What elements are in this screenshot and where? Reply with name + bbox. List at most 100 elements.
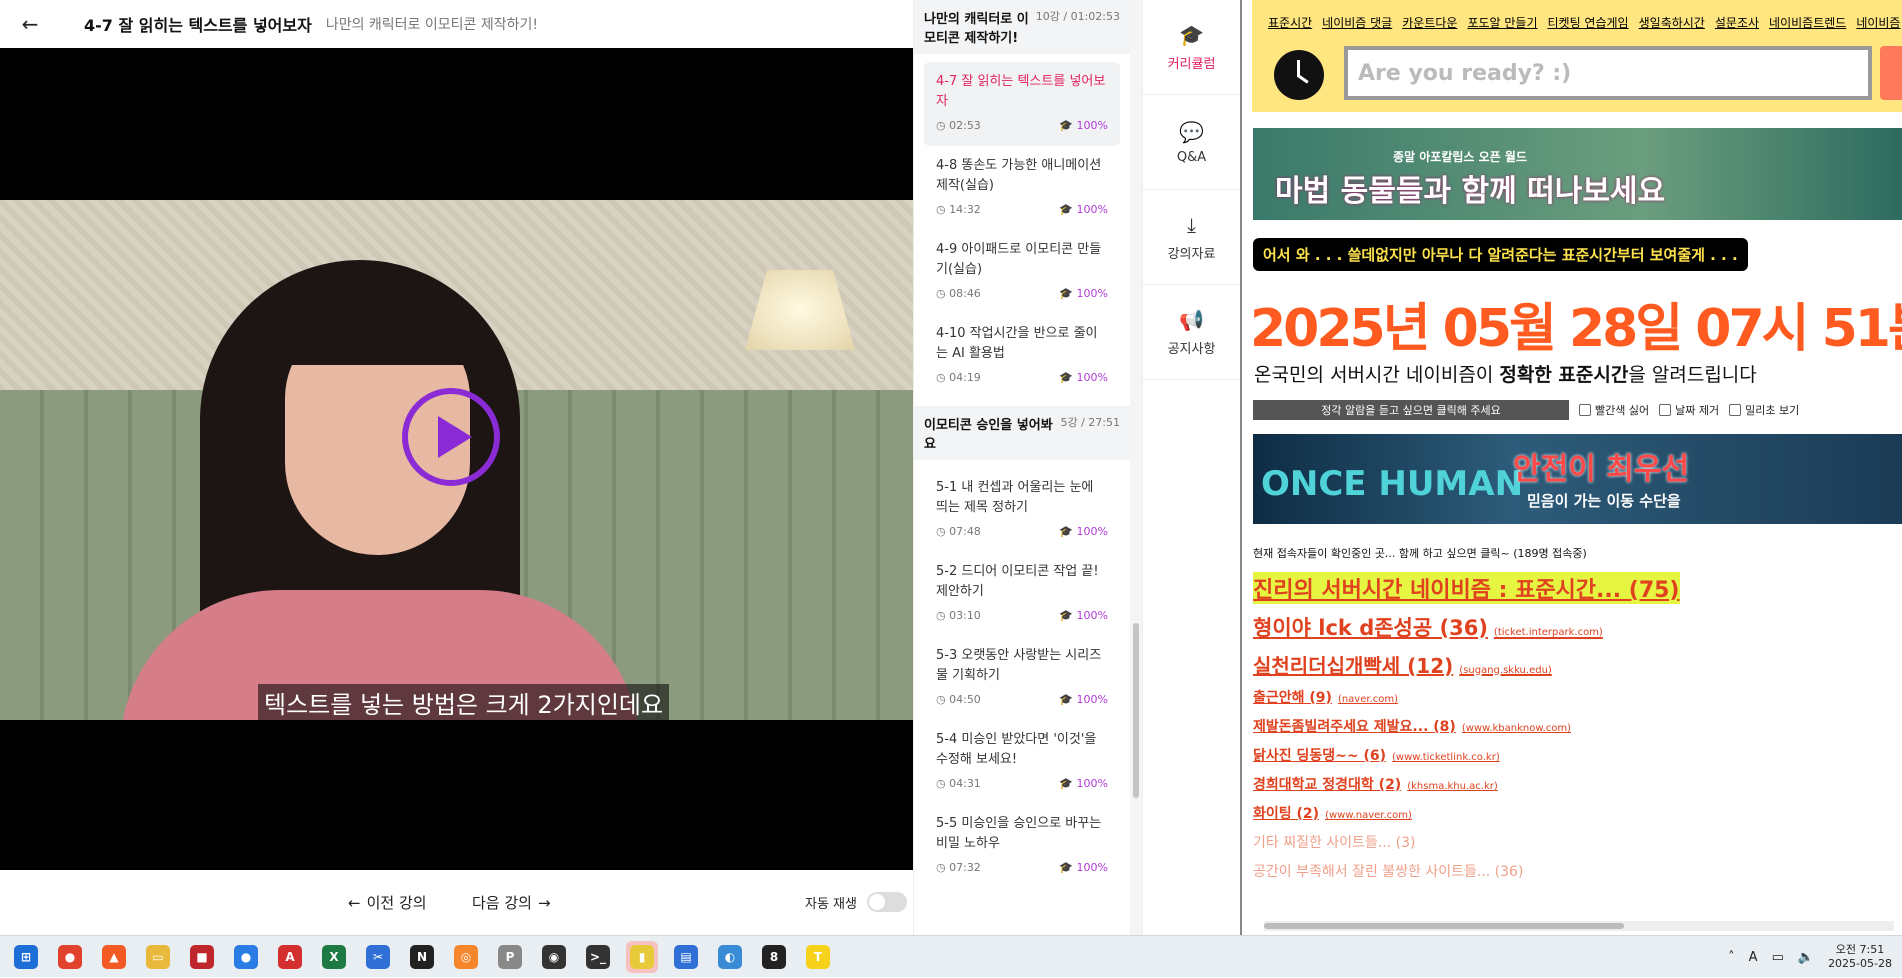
play-button[interactable] bbox=[402, 388, 500, 486]
popular-site-link[interactable]: 화이팅 (2) (www.naver.com) bbox=[1253, 803, 1893, 823]
checkbox-remove-date[interactable]: 날짜 제거 bbox=[1659, 402, 1719, 418]
popular-site-link[interactable]: 진리의 서버시간 네이비즘 : 표준시간... (75) bbox=[1253, 572, 1680, 604]
taskbar-app-brave[interactable]: ▲ bbox=[98, 941, 130, 973]
section-header[interactable]: 나만의 캐릭터로 이모티콘 제작하기! 10강 / 01:02:53 bbox=[914, 0, 1130, 54]
next-lesson-button[interactable]: 다음 강의 → bbox=[472, 892, 551, 913]
site-link[interactable]: 표준시간 bbox=[1268, 16, 1312, 30]
video-person-bangs bbox=[275, 295, 485, 365]
curriculum-list: 나만의 캐릭터로 이모티콘 제작하기! 10강 / 01:02:53 4-7 잘… bbox=[913, 0, 1130, 935]
duration-text: 07:48 bbox=[949, 525, 981, 538]
curriculum-scrollbar[interactable] bbox=[1130, 0, 1142, 935]
site-link[interactable]: 네이비즘 댓글 bbox=[1322, 16, 1392, 30]
pdf-icon: P bbox=[498, 944, 522, 969]
taskbar-app-app-8[interactable]: 8 bbox=[758, 941, 790, 973]
lesson-meta: ◷ 04:19 🎓 100% bbox=[936, 368, 1108, 388]
lesson-item[interactable]: 4-9 아이패드로 이모티콘 만들기(실습) ◷ 08:46 🎓 100% bbox=[924, 230, 1120, 314]
taskbar-app-windows-start[interactable]: ⊞ bbox=[10, 941, 42, 973]
scrollbar-thumb[interactable] bbox=[1264, 923, 1624, 929]
popular-site-link[interactable]: 출근안해 (9) (naver.com) bbox=[1253, 687, 1893, 707]
tab-qna[interactable]: 💬 Q&A bbox=[1143, 95, 1240, 190]
tab-label: Q&A bbox=[1176, 149, 1207, 165]
download-icon: ⤓ bbox=[1187, 212, 1196, 237]
prev-lesson-button[interactable]: ← 이전 강의 bbox=[348, 892, 427, 913]
section-header[interactable]: 이모티콘 승인을 넣어봐요 5강 / 27:51 bbox=[914, 406, 1130, 460]
popular-site-link[interactable]: 닭사진 딩동댕~~ (6) (www.ticketlink.co.kr) bbox=[1253, 745, 1893, 765]
lesson-duration: ◷ 04:31 bbox=[936, 777, 981, 790]
lesson-item[interactable]: 4-8 똥손도 가능한 애니메이션 제작(실습) ◷ 14:32 🎓 100% bbox=[924, 146, 1120, 230]
taskbar-app-snipping[interactable]: ✂ bbox=[362, 941, 394, 973]
go-button[interactable] bbox=[1880, 46, 1902, 100]
site-link[interactable]: 설문조사 bbox=[1715, 16, 1759, 30]
site-domain: (www.kbanknow.com) bbox=[1461, 723, 1572, 734]
site-link[interactable]: 카운트다운 bbox=[1402, 16, 1457, 30]
site-link[interactable]: 생일축하시간 bbox=[1639, 16, 1705, 30]
taskbar: ⊞ ● ▲ ▭ ■ ● A X ✂ N ◎ P ◉ >_ ▮ ▤ ◐ 8 T ˄ A ▭ 🔈 오전 7:51 202… bbox=[0, 935, 1902, 977]
ime-indicator[interactable]: A bbox=[1749, 950, 1758, 965]
taskbar-app-notepad[interactable]: ▤ bbox=[670, 941, 702, 973]
taskbar-app-sticky-notes[interactable]: ▮ bbox=[626, 940, 658, 973]
taskbar-app-file-explorer[interactable]: ▭ bbox=[142, 941, 174, 973]
site-domain: (www.ticketlink.co.kr) bbox=[1392, 752, 1500, 763]
ad-banner-game[interactable]: ONCE HUMAN 안전이 최우선 믿음이 가는 이동 수단을 bbox=[1253, 434, 1902, 524]
tab-notices[interactable]: 📢 공지사항 bbox=[1143, 285, 1240, 380]
lesson-item[interactable]: 4-7 잘 읽히는 텍스트를 넣어보자 ◷ 02:53 🎓 100% bbox=[924, 62, 1120, 146]
volume-icon[interactable]: 🔈 bbox=[1798, 950, 1814, 965]
taskbar-clock[interactable]: 오전 7:51 2025-05-28 bbox=[1828, 943, 1892, 971]
taskbar-app-blender[interactable]: ◎ bbox=[450, 941, 482, 973]
back-button[interactable]: ← bbox=[0, 4, 60, 44]
site-domain: (khsma.khu.ac.kr) bbox=[1407, 781, 1498, 792]
taskbar-app-github[interactable]: ◉ bbox=[538, 941, 570, 973]
progress-text: 100% bbox=[1076, 609, 1108, 622]
lesson-item[interactable]: 4-10 작업시간을 반으로 줄이는 AI 활용법 ◷ 04:19 🎓 100% bbox=[924, 314, 1120, 398]
site-link[interactable]: 포도알 만들기 bbox=[1467, 16, 1537, 30]
site-link[interactable]: 네이비즘트렌드 bbox=[1769, 16, 1846, 30]
lesson-item[interactable]: 5-1 내 컨셉과 어울리는 눈에 띄는 제목 정하기 ◷ 07:48 🎓 100% bbox=[924, 468, 1120, 552]
other-sites-link[interactable]: 공간이 부족해서 잘린 불쌍한 사이트들... (36) bbox=[1253, 861, 1893, 881]
browser-h-scrollbar[interactable] bbox=[1264, 921, 1894, 931]
lesson-meta: ◷ 14:32 🎓 100% bbox=[936, 200, 1108, 220]
github-icon: ◉ bbox=[542, 944, 566, 969]
lesson-item[interactable]: 5-3 오랫동안 사랑받는 시리즈물 기획하기 ◷ 04:50 🎓 100% bbox=[924, 636, 1120, 720]
lesson-item[interactable]: 5-5 미승인을 승인으로 바꾸는 비밀 노하우 ◷ 07:32 🎓 100% bbox=[924, 804, 1120, 888]
taskbar-app-kakaotalk[interactable]: T bbox=[802, 941, 834, 973]
taskbar-app-app-red[interactable]: ■ bbox=[186, 941, 218, 973]
lesson-meta: ◷ 08:46 🎓 100% bbox=[936, 284, 1108, 304]
visitor-notice[interactable]: 현재 접속자들이 확인중인 곳... 함께 하고 싶으면 클릭~ (189명 접… bbox=[1253, 545, 1587, 561]
checkbox-no-red[interactable]: 빨간색 싫어 bbox=[1579, 402, 1649, 418]
lesson-meta: ◷ 03:10 🎓 100% bbox=[936, 606, 1108, 626]
taskbar-app-chrome[interactable]: ● bbox=[54, 941, 86, 973]
popular-site-link[interactable]: 제발돈좀빌려주세요 제발요... (8) (www.kbanknow.com) bbox=[1253, 716, 1893, 736]
tab-materials[interactable]: ⤓ 강의자료 bbox=[1143, 190, 1240, 285]
lesson-item[interactable]: 5-4 미승인 받았다면 '이것'을 수정해 보세요! ◷ 04:31 🎓 100% bbox=[924, 720, 1120, 804]
chevron-up-icon[interactable]: ˄ bbox=[1728, 950, 1735, 965]
site-link[interactable]: 티켓팅 연습게임 bbox=[1548, 16, 1629, 30]
taskbar-app-pdf[interactable]: P bbox=[494, 941, 526, 973]
checkbox-icon bbox=[1729, 404, 1742, 416]
popular-site-link[interactable]: 경희대학교 정경대학 (2) (khsma.khu.ac.kr) bbox=[1253, 774, 1893, 794]
site-domain: (naver.com) bbox=[1337, 694, 1399, 705]
site-links: 표준시간 네이비즘 댓글 카운트다운 포도알 만들기 티켓팅 연습게임 생일축하시간 설문조… bbox=[1268, 14, 1902, 31]
popular-site-link[interactable]: 형이야 lck d존성공 (36) (ticket.interpark.com) bbox=[1253, 612, 1893, 642]
popular-site-link[interactable]: 실천리더십개빡세 (12) (sugang.skku.edu) bbox=[1253, 650, 1893, 679]
taskbar-app-terminal[interactable]: >_ bbox=[582, 941, 614, 973]
banner-headline: 마법 동물들과 함께 떠나보세요 bbox=[1275, 174, 1666, 209]
taskbar-app-paint[interactable]: ◐ bbox=[714, 941, 746, 973]
taskbar-app-app-blue[interactable]: ● bbox=[230, 941, 262, 973]
network-icon[interactable]: ▭ bbox=[1772, 950, 1784, 965]
url-input[interactable]: Are you ready? :) bbox=[1344, 46, 1872, 100]
tab-curriculum[interactable]: 🎓 커리큘럼 bbox=[1143, 0, 1240, 95]
taskbar-app-excel[interactable]: X bbox=[318, 941, 350, 973]
taskbar-app-acrobat[interactable]: A bbox=[274, 941, 306, 973]
checkbox-show-ms[interactable]: 밀리초 보기 bbox=[1729, 402, 1799, 418]
lesson-item[interactable]: 5-2 드디어 이모티콘 작업 끝! 제안하기 ◷ 03:10 🎓 100% bbox=[924, 552, 1120, 636]
ad-banner-top[interactable]: 종말 아포칼립스 오픈 월드 마법 동물들과 함께 떠나보세요 bbox=[1253, 128, 1902, 220]
video-player[interactable]: 텍스트를 넣는 방법은 크게 2가지인데요 bbox=[0, 48, 913, 870]
scrollbar-thumb[interactable] bbox=[1133, 623, 1139, 798]
site-link[interactable]: 네이비즘 bbox=[1856, 16, 1900, 30]
other-sites-link[interactable]: 기타 찌질한 사이트들... (3) bbox=[1253, 832, 1893, 852]
back-arrow-icon: ← bbox=[21, 12, 39, 36]
autoplay-toggle[interactable] bbox=[866, 892, 907, 912]
taskbar-app-notion[interactable]: N bbox=[406, 941, 438, 973]
alarm-button[interactable]: 정각 알람을 듣고 싶으면 클릭해 주세요 bbox=[1253, 400, 1569, 420]
prev-lesson-label: 이전 강의 bbox=[366, 894, 427, 912]
